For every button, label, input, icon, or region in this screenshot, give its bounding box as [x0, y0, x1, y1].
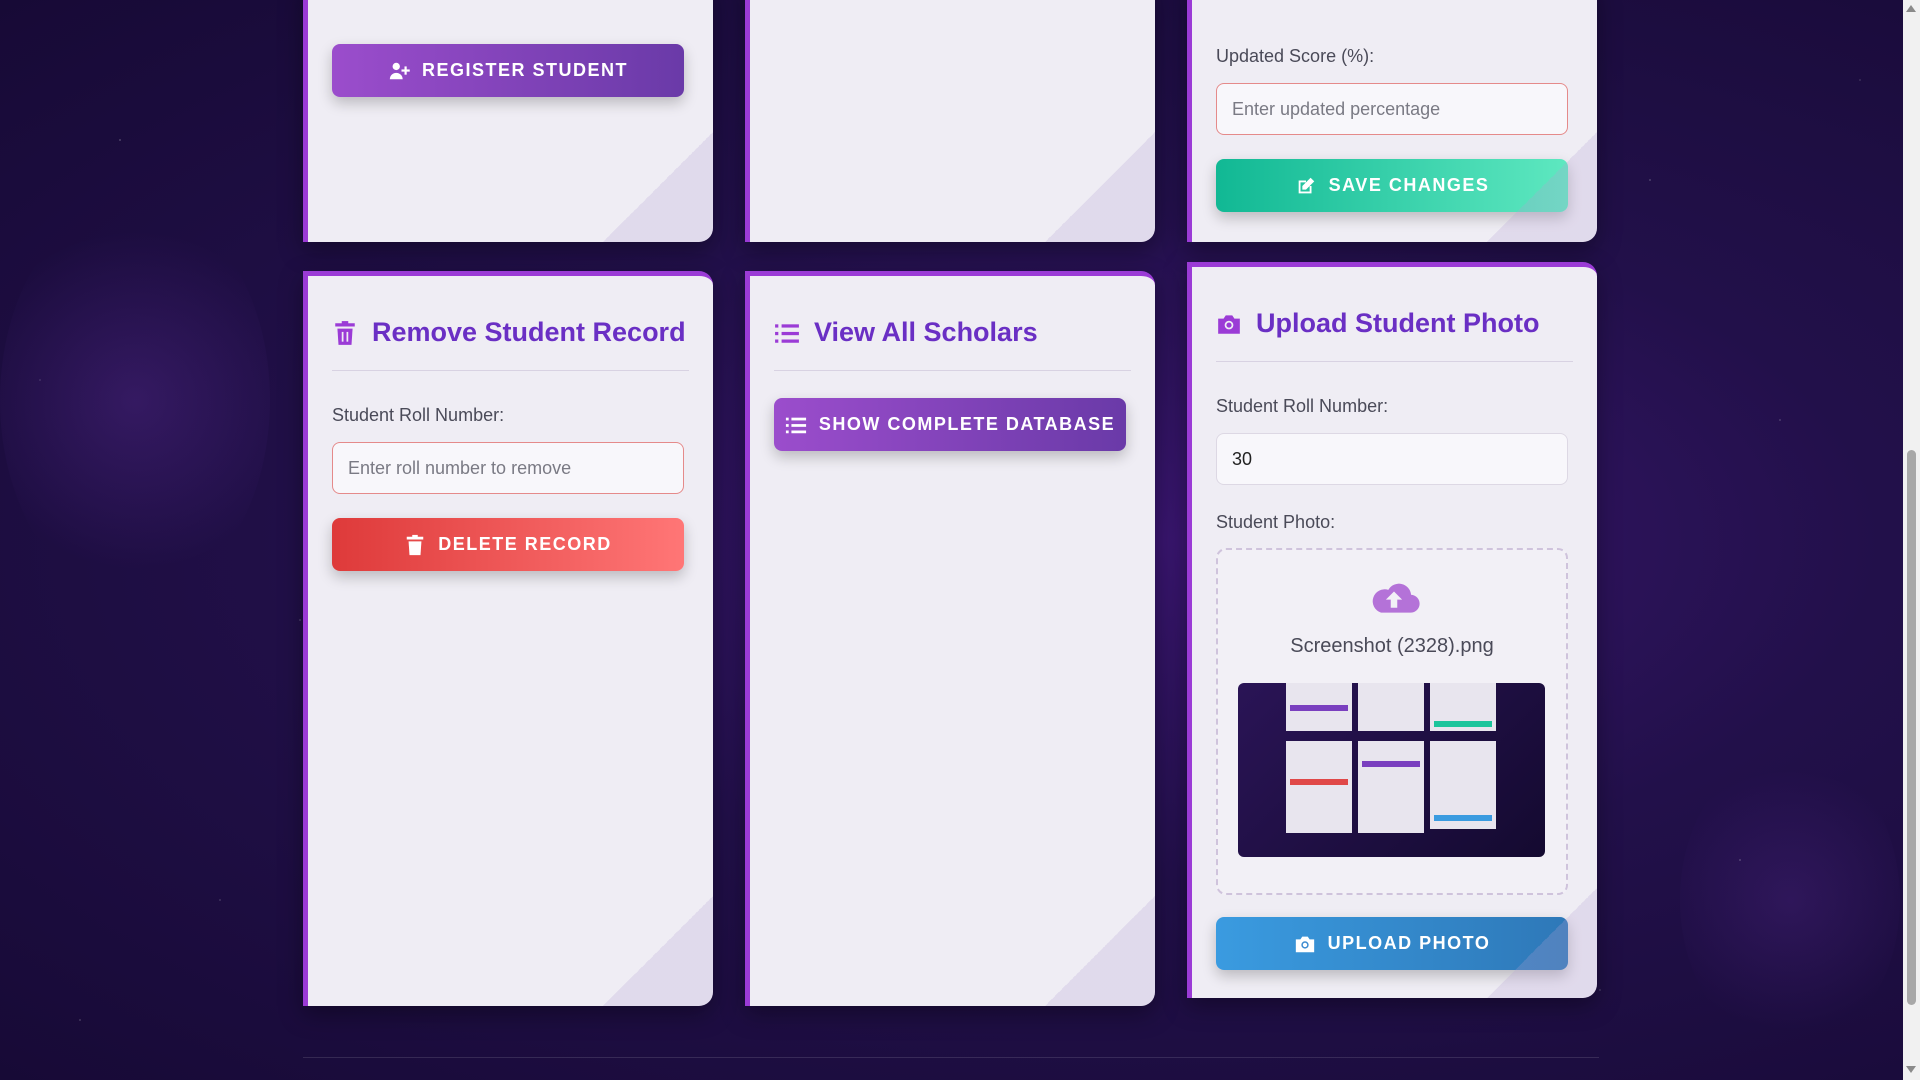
- camera-icon: [1295, 936, 1314, 952]
- middle-top-card: [745, 0, 1155, 242]
- register-student-button[interactable]: REGISTER STUDENT: [332, 44, 684, 97]
- upload-photo-card: Upload Student Photo Student Roll Number…: [1187, 262, 1597, 998]
- preview-mini-button: [1362, 761, 1420, 767]
- updated-score-input[interactable]: [1216, 83, 1568, 135]
- scrollbar-thumb[interactable]: [1907, 450, 1916, 1005]
- scroll-down-arrow-icon[interactable]: [1906, 1066, 1916, 1073]
- preview-mini-button: [1290, 705, 1348, 711]
- background-glow: [0, 200, 270, 600]
- list-icon: [775, 323, 799, 343]
- user-plus-icon: [389, 62, 410, 79]
- scroll-up-arrow-icon[interactable]: [1906, 5, 1916, 12]
- upload-card-title: Upload Student Photo: [1216, 308, 1539, 339]
- save-changes-label: SAVE CHANGES: [1328, 175, 1490, 195]
- update-student-card: Updated Score (%): SAVE CHANGES: [1187, 0, 1597, 242]
- save-changes-button[interactable]: SAVE CHANGES: [1216, 159, 1568, 212]
- remove-roll-input[interactable]: [332, 442, 684, 494]
- cloud-upload-icon: [1372, 583, 1420, 613]
- trash-icon: [335, 320, 355, 345]
- list-icon: [785, 417, 806, 433]
- delete-record-label: DELETE RECORD: [438, 534, 612, 554]
- remove-roll-label: Student Roll Number:: [332, 405, 505, 425]
- upload-card-heading: Upload Student Photo: [1256, 308, 1540, 338]
- show-database-button[interactable]: SHOW COMPLETE DATABASE: [774, 398, 1126, 451]
- photo-dropzone[interactable]: Screenshot (2328).png: [1216, 548, 1568, 895]
- upload-roll-label: Student Roll Number:: [1216, 396, 1389, 416]
- photo-preview-thumbnail: [1238, 683, 1545, 857]
- background-glow: [1680, 750, 1900, 1050]
- edit-icon: [1298, 177, 1314, 193]
- register-student-label: REGISTER STUDENT: [421, 60, 628, 80]
- upload-photo-label: UPLOAD PHOTO: [1327, 933, 1491, 953]
- preview-mini-button: [1434, 815, 1492, 821]
- show-database-label: SHOW COMPLETE DATABASE: [818, 414, 1116, 434]
- camera-icon: [1218, 314, 1240, 334]
- view-card-title: View All Scholars: [774, 317, 1038, 348]
- card-divider: [1216, 361, 1573, 362]
- updated-score-label: Updated Score (%):: [1216, 46, 1375, 66]
- preview-mini-card: [1358, 741, 1424, 833]
- card-divider: [332, 370, 689, 371]
- card-divider: [774, 370, 1131, 371]
- upload-photo-button[interactable]: UPLOAD PHOTO: [1216, 917, 1568, 970]
- view-scholars-card: View All Scholars SHOW COMPLETE DATABASE: [745, 271, 1155, 1006]
- remove-student-card: Remove Student Record Student Roll Numbe…: [303, 271, 713, 1006]
- remove-card-heading: Remove Student Record: [372, 317, 686, 347]
- photo-label: Student Photo:: [1216, 512, 1336, 532]
- delete-record-button[interactable]: DELETE RECORD: [332, 518, 684, 571]
- preview-mini-card: [1286, 741, 1352, 833]
- preview-mini-button: [1290, 779, 1348, 785]
- preview-mini-button: [1434, 721, 1492, 727]
- preview-mini-card: [1358, 683, 1424, 731]
- register-student-card: REGISTER STUDENT: [303, 0, 713, 242]
- remove-card-title: Remove Student Record: [332, 317, 686, 348]
- trash-icon: [406, 534, 424, 555]
- view-card-heading: View All Scholars: [814, 317, 1038, 347]
- selected-file-name: Screenshot (2328).png: [1290, 635, 1494, 657]
- footer-divider: [303, 1057, 1599, 1058]
- vertical-scrollbar[interactable]: [1903, 0, 1920, 1080]
- upload-roll-input[interactable]: [1216, 433, 1568, 485]
